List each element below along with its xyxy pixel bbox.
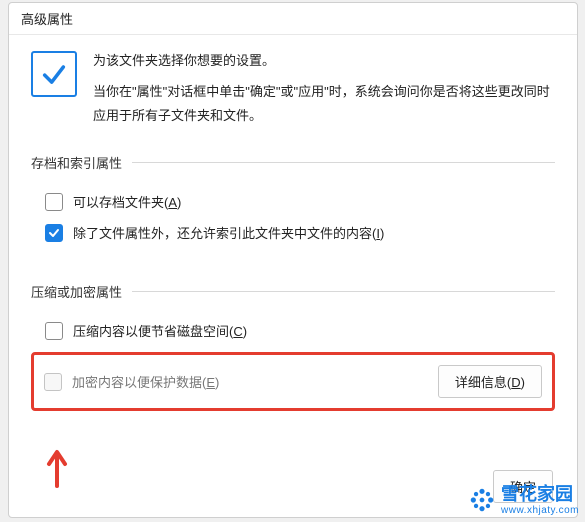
dialog-content: 为该文件夹选择你想要的设置。 当你在"属性"对话框中单击"确定"或"应用"时，系… <box>9 35 577 517</box>
encrypt-highlight-box: 加密内容以便保护数据(E) 详细信息(D) <box>31 352 555 411</box>
archive-group-header: 存档和索引属性 <box>31 153 555 172</box>
compress-group-title: 压缩或加密属性 <box>31 282 122 301</box>
folder-check-icon <box>31 51 77 97</box>
dialog-title: 高级属性 <box>21 9 73 28</box>
archive-checkbox[interactable] <box>45 193 63 211</box>
close-button[interactable] <box>531 5 567 33</box>
advanced-attributes-dialog: 高级属性 为该文件夹选择你想要的设置。 当你在"属性"对话框中单击"确定"或"应… <box>8 2 578 518</box>
archive-index-group: 存档和索引属性 可以存档文件夹(A) 除了文件属性外，还允许索引此文件夹中文件的… <box>31 153 555 248</box>
divider <box>132 162 555 163</box>
watermark: 雪花家园 www.xhjaty.com <box>469 485 579 516</box>
header-text: 为该文件夹选择你想要的设置。 当你在"属性"对话框中单击"确定"或"应用"时，系… <box>93 49 555 129</box>
watermark-brand: 雪花家园 <box>501 485 579 504</box>
compress-group-header: 压缩或加密属性 <box>31 282 555 301</box>
header-line-2: 当你在"属性"对话框中单击"确定"或"应用"时，系统会询问你是否将这些更改同时应… <box>93 80 555 129</box>
snowflake-icon <box>469 487 495 513</box>
header-line-1: 为该文件夹选择你想要的设置。 <box>93 49 555 74</box>
encrypt-checkbox[interactable] <box>44 373 62 391</box>
compress-option[interactable]: 压缩内容以便节省磁盘空间(C) <box>31 315 555 346</box>
divider <box>132 291 555 292</box>
archive-label: 可以存档文件夹(A) <box>73 192 181 211</box>
watermark-url: www.xhjaty.com <box>501 506 579 517</box>
compress-checkbox[interactable] <box>45 322 63 340</box>
index-checkbox[interactable] <box>45 224 63 242</box>
details-button[interactable]: 详细信息(D) <box>438 365 542 398</box>
header-row: 为该文件夹选择你想要的设置。 当你在"属性"对话框中单击"确定"或"应用"时，系… <box>31 49 555 129</box>
compress-label: 压缩内容以便节省磁盘空间(C) <box>73 321 247 340</box>
index-option[interactable]: 除了文件属性外，还允许索引此文件夹中文件的内容(I) <box>31 217 555 248</box>
titlebar: 高级属性 <box>9 3 577 35</box>
archive-option[interactable]: 可以存档文件夹(A) <box>31 186 555 217</box>
index-label: 除了文件属性外，还允许索引此文件夹中文件的内容(I) <box>73 223 384 242</box>
encrypt-label: 加密内容以便保护数据(E) <box>72 372 219 391</box>
archive-group-title: 存档和索引属性 <box>31 153 122 172</box>
compress-encrypt-group: 压缩或加密属性 压缩内容以便节省磁盘空间(C) 加密内容以便保护数据(E) 详细… <box>31 282 555 411</box>
